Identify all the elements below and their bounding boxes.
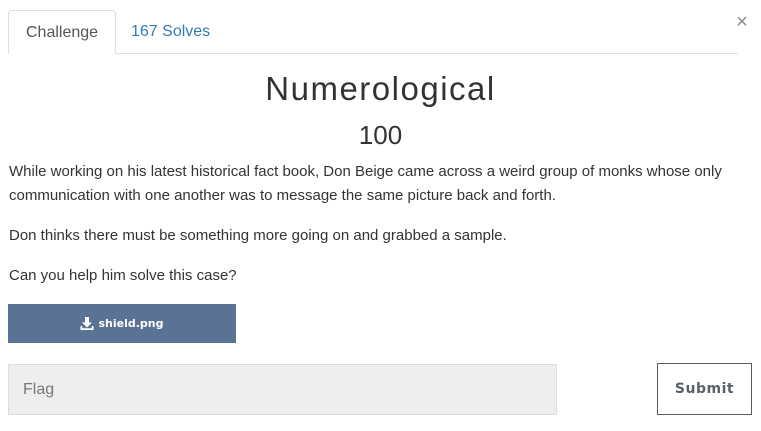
submit-button[interactable]: Submit bbox=[657, 363, 752, 415]
description-paragraph: While working on his latest historical f… bbox=[9, 163, 722, 204]
description-paragraph: Don thinks there must be something more … bbox=[9, 227, 507, 244]
tab-solves[interactable]: 167 Solves bbox=[114, 10, 227, 53]
close-icon[interactable]: × bbox=[733, 10, 751, 34]
flag-input[interactable] bbox=[8, 364, 557, 415]
download-file-label: shield.png bbox=[98, 317, 164, 330]
download-file-button[interactable]: shield.png bbox=[8, 304, 236, 343]
challenge-modal: Challenge 167 Solves × Numerological 100… bbox=[0, 0, 761, 431]
tab-bar: Challenge 167 Solves bbox=[8, 10, 738, 54]
challenge-description: While working on his latest historical f… bbox=[9, 160, 749, 304]
tab-challenge[interactable]: Challenge bbox=[8, 10, 117, 54]
challenge-title: Numerological bbox=[265, 70, 496, 107]
description-paragraph: Can you help him solve this case? bbox=[9, 267, 237, 284]
download-icon bbox=[80, 316, 94, 330]
challenge-points: 100 bbox=[358, 120, 403, 150]
